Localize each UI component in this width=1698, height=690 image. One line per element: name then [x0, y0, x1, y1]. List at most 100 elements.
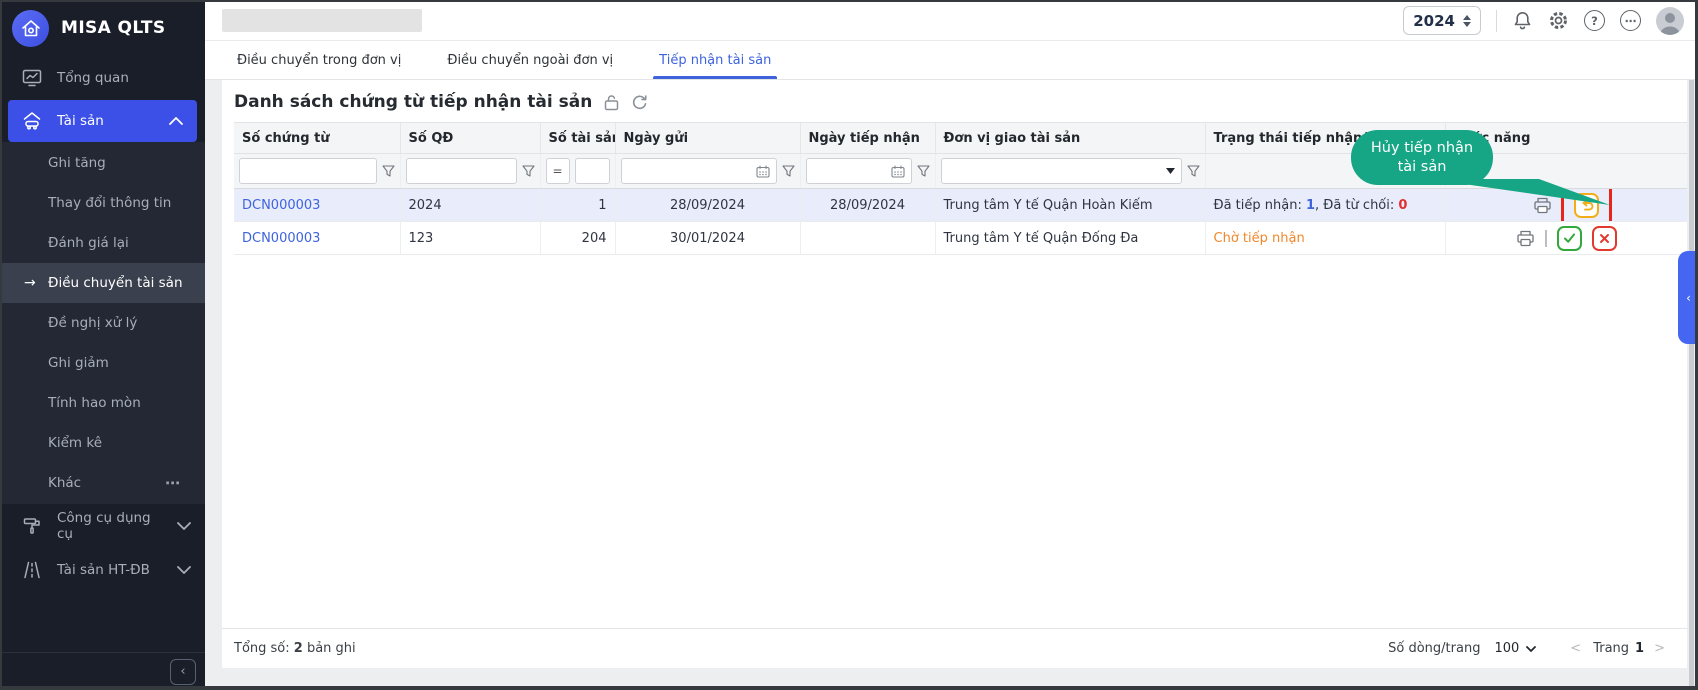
filter-input-ngay-gui[interactable] — [621, 158, 777, 184]
filter-funnel-icon[interactable] — [382, 165, 395, 177]
filter-funnel-icon[interactable] — [522, 165, 535, 177]
assets-icon — [22, 111, 42, 131]
actions-divider — [1562, 197, 1564, 214]
column-header-so-tai-san[interactable]: Số tài sản — [540, 123, 615, 154]
tab-dieu-chuyen-trong-don-vi[interactable]: Điều chuyển trong đơn vị — [237, 41, 401, 79]
topbar-divider — [1496, 10, 1497, 32]
total-count: 2 — [294, 641, 303, 656]
status-cell: Chờ tiếp nhận — [1205, 222, 1445, 255]
app-logo-icon[interactable] — [12, 10, 49, 47]
sidebar-subitem-ghi-giam[interactable]: Ghi giảm — [0, 343, 205, 383]
document-link[interactable]: DCN000003 — [242, 198, 320, 213]
waiting-status: Chờ tiếp nhận — [1214, 231, 1305, 246]
callout-tooltip: Hủy tiếp nhận tài sản — [1351, 130, 1493, 185]
dropdown-arrow-icon[interactable] — [1166, 168, 1175, 174]
sidebar-subitem-thay-doi-thong-tin[interactable]: Thay đổi thông tin — [0, 183, 205, 223]
main-content: Danh sách chứng từ tiếp nhận tài sản Số … — [205, 80, 1698, 690]
print-icon[interactable] — [1533, 197, 1552, 214]
sidebar: MISA QLTS Tổng quan Tài sản Ghi tăng — [0, 0, 205, 690]
page-title: Danh sách chứng từ tiếp nhận tài sản — [234, 92, 592, 112]
table-footer: Tổng số: 2 bản ghi Số dòng/trang 100 < T… — [222, 628, 1687, 668]
sidebar-subitem-dieu-chuyen-tai-san[interactable]: → Điều chuyển tài sản — [0, 263, 205, 303]
filter-funnel-icon[interactable] — [1187, 165, 1200, 177]
notification-bell-icon[interactable] — [1512, 10, 1533, 31]
unlock-icon[interactable] — [604, 94, 619, 111]
filter-input-so-chung-tu[interactable] — [239, 158, 377, 184]
redacted-org-name — [222, 9, 422, 32]
pagination: Số dòng/trang 100 < Trang 1 > — [1388, 641, 1669, 656]
filter-funnel-icon[interactable] — [782, 165, 795, 177]
chevron-down-icon — [177, 522, 191, 530]
actions-divider — [1545, 230, 1547, 247]
sidebar-item-tai-san-ht-db[interactable]: Tài sản HT-ĐB — [0, 548, 205, 592]
next-page-button[interactable]: > — [1650, 641, 1669, 656]
reject-icon[interactable] — [1592, 226, 1617, 251]
sidebar-subitem-kiem-ke[interactable]: Kiểm kê — [0, 423, 205, 463]
help-icon[interactable]: ? — [1584, 10, 1605, 31]
tab-tiep-nhan-tai-san[interactable]: Tiếp nhận tài sản — [659, 41, 771, 79]
prev-page-button[interactable]: < — [1566, 641, 1585, 656]
column-header-ngay-tiep-nhan[interactable]: Ngày tiếp nhận — [800, 123, 935, 154]
tab-dieu-chuyen-ngoai-don-vi[interactable]: Điều chuyển ngoài đơn vị — [447, 41, 613, 79]
refresh-icon[interactable] — [631, 94, 648, 110]
chevron-down-icon — [1526, 646, 1536, 652]
calendar-icon[interactable] — [891, 165, 905, 178]
filter-input-so-tai-san[interactable] — [575, 158, 610, 184]
undo-receive-icon[interactable] — [1574, 193, 1599, 218]
year-selector[interactable]: 2024 — [1403, 6, 1481, 35]
column-header-so-qd[interactable]: Số QĐ — [400, 123, 540, 154]
brand-name: MISA QLTS — [61, 18, 165, 38]
chevron-up-icon — [169, 117, 183, 125]
sidebar-item-label: Tài sản HT-ĐB — [57, 562, 150, 578]
year-value: 2024 — [1413, 12, 1455, 30]
row-actions — [1454, 226, 1680, 251]
sidebar-item-label: Tổng quan — [57, 70, 129, 86]
table-row[interactable]: DCN000003 2024 1 28/09/2024 28/09/2024 T… — [234, 189, 1687, 222]
calendar-icon[interactable] — [756, 165, 770, 178]
sidebar-subitem-ghi-tang[interactable]: Ghi tăng — [0, 143, 205, 183]
column-header-so-chung-tu[interactable]: Số chứng từ — [234, 123, 400, 154]
side-panel-toggle[interactable]: ‹ — [1678, 251, 1698, 344]
sidebar-item-label: Tài sản — [57, 113, 104, 129]
equals-operator-button[interactable]: = — [546, 158, 570, 184]
table-row[interactable]: DCN000003 123 204 30/01/2024 Trung tâm Y… — [234, 222, 1687, 255]
sidebar-item-tong-quan[interactable]: Tổng quan — [0, 56, 205, 100]
filter-input-so-qd[interactable] — [406, 158, 517, 184]
sidebar-item-cong-cu-dung-cu[interactable]: Công cụ dụng cụ — [0, 504, 205, 548]
active-arrow-icon: → — [24, 275, 36, 291]
title-row: Danh sách chứng từ tiếp nhận tài sản — [222, 80, 1687, 122]
filter-dropdown-don-vi[interactable] — [941, 158, 1182, 184]
column-header-ngay-gui[interactable]: Ngày gửi — [615, 123, 800, 154]
topbar-controls: 2024 ? ⋯ — [1403, 0, 1684, 41]
print-icon[interactable] — [1516, 230, 1535, 247]
column-header-don-vi-giao-tai-san[interactable]: Đơn vị giao tài sản — [935, 123, 1205, 154]
chevron-down-icon — [177, 566, 191, 574]
total-records: Tổng số: 2 bản ghi — [234, 641, 356, 656]
sidebar-subitem-de-nghi-xu-ly[interactable]: Đề nghị xử lý — [0, 303, 205, 343]
vertical-scrollbar[interactable] — [1689, 80, 1694, 690]
sidebar-collapse-button[interactable]: ‹ — [170, 659, 196, 685]
user-avatar[interactable] — [1656, 7, 1684, 35]
current-page: 1 — [1635, 641, 1644, 656]
topbar: 2024 ? ⋯ — [205, 0, 1698, 41]
settings-gear-icon[interactable] — [1548, 10, 1569, 31]
sidebar-subitem-tinh-hao-mon[interactable]: Tính hao mòn — [0, 383, 205, 423]
accept-icon[interactable] — [1557, 226, 1582, 251]
filter-input-ngay-tiep-nhan[interactable] — [806, 158, 912, 184]
document-link[interactable]: DCN000003 — [242, 231, 320, 246]
more-options-icon[interactable]: ⋯ — [1620, 10, 1641, 31]
sidebar-item-tai-san[interactable]: Tài sản — [8, 100, 197, 142]
assets-submenu: Ghi tăng Thay đổi thông tin Đánh giá lại… — [0, 142, 205, 504]
tools-icon — [22, 516, 42, 536]
more-dots-icon[interactable]: ⋯ — [165, 474, 181, 492]
rows-per-page-select[interactable]: 100 — [1494, 641, 1536, 656]
sidebar-item-label: Công cụ dụng cụ — [57, 510, 162, 542]
year-spinner-icon[interactable] — [1463, 15, 1471, 27]
filter-funnel-icon[interactable] — [917, 165, 930, 177]
road-icon — [22, 560, 42, 580]
tabbar: Điều chuyển trong đơn vị Điều chuyển ngo… — [205, 41, 1698, 80]
rows-per-page-label: Số dòng/trang — [1388, 641, 1480, 656]
sidebar-subitem-danh-gia-lai[interactable]: Đánh giá lại — [0, 223, 205, 263]
accepted-count: 1 — [1306, 198, 1315, 213]
sidebar-subitem-khac[interactable]: Khác ⋯ — [0, 463, 205, 503]
